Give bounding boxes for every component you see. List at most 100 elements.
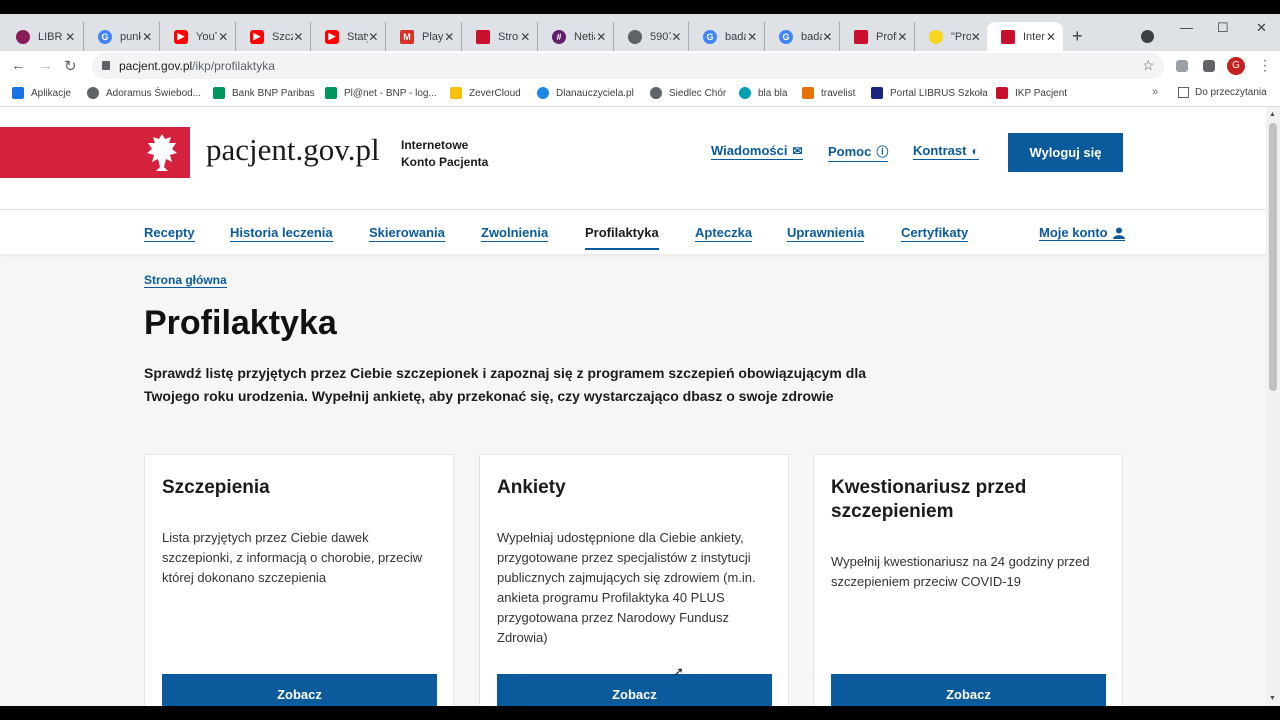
page-lead: Sprawdź listę przyjętych przez Ciebie sz… xyxy=(144,365,866,404)
bookmark-item[interactable]: bla bla xyxy=(739,87,787,99)
my-account-link[interactable]: Moje konto xyxy=(1039,225,1125,241)
menu-kebab-icon[interactable]: ⋮ xyxy=(1258,57,1272,74)
close-icon[interactable]: ✕ xyxy=(368,30,379,44)
browser-tab[interactable]: Profi ✕ xyxy=(840,22,915,51)
zobacz-button[interactable]: Zobacz xyxy=(497,674,772,706)
address-bar[interactable]: pacjent.gov.pl/ikp/profilaktyka ☆ xyxy=(92,53,1164,79)
nav-certyfikaty[interactable]: Certyfikaty xyxy=(901,225,969,242)
browser-tab[interactable]: M Play ✕ xyxy=(386,22,462,51)
bookmark-item[interactable]: Aplikacje xyxy=(12,87,71,99)
reading-list-icon xyxy=(1178,87,1189,98)
reload-icon[interactable]: ↻ xyxy=(64,57,77,75)
close-icon[interactable]: ✕ xyxy=(671,30,682,44)
close-icon[interactable]: ✕ xyxy=(897,30,908,44)
nav-uprawnienia[interactable]: Uprawnienia xyxy=(787,225,865,242)
lock-icon xyxy=(102,61,110,70)
help-link[interactable]: Pomoc ⓘ xyxy=(828,143,889,162)
bookmark-item[interactable]: ZeverCloud xyxy=(450,87,521,99)
browser-tab[interactable]: #Netia✕ xyxy=(538,22,614,51)
nav-zwolnienia[interactable]: Zwolnienia xyxy=(481,225,549,242)
close-icon[interactable]: ✕ xyxy=(519,30,531,44)
bookmark-star-icon[interactable]: ☆ xyxy=(1142,57,1155,74)
nav-recepty[interactable]: Recepty xyxy=(144,225,195,242)
messages-link[interactable]: Wiadomości ✉ xyxy=(711,143,803,160)
browser-tab[interactable]: "Pro ✕ xyxy=(915,22,987,51)
close-icon[interactable]: ✕ xyxy=(822,30,833,44)
close-icon[interactable]: ✕ xyxy=(63,30,77,44)
scroll-down-icon[interactable]: ▼ xyxy=(1269,695,1276,702)
nav-historia-leczenia[interactable]: Historia leczenia xyxy=(230,225,333,242)
browser-tab[interactable]: ▶Szcz✕ xyxy=(236,22,311,51)
envelope-icon: ✉ xyxy=(792,143,803,158)
bookmark-item[interactable]: travelist xyxy=(802,87,855,99)
nav-profilaktyka[interactable]: Profilaktyka xyxy=(585,225,659,250)
brand-logo-text[interactable]: pacjent.gov.pl xyxy=(206,132,380,168)
close-icon[interactable]: ✕ xyxy=(595,30,607,44)
slack-icon: # xyxy=(552,29,566,44)
ikp-icon xyxy=(854,29,868,44)
minimize-icon[interactable]: — xyxy=(1180,20,1193,35)
globe-icon xyxy=(650,87,662,99)
question-circle-icon: ⓘ xyxy=(876,145,889,159)
close-icon[interactable]: ✕ xyxy=(746,30,758,44)
bookmark-item[interactable]: Pl@net - BNP - log... xyxy=(325,87,437,99)
close-icon[interactable]: ✕ xyxy=(217,30,229,44)
site-header: pacjent.gov.pl Internetowe Konto Pacjenta… xyxy=(0,107,1266,210)
youtube-icon: ▶ xyxy=(174,29,188,44)
zobacz-button[interactable]: Zobacz xyxy=(162,674,437,706)
mouse-cursor-icon: ➚ xyxy=(673,664,684,679)
bookmark-item[interactable]: Adoramus Świebod... xyxy=(87,87,201,99)
apps-grid-icon xyxy=(12,87,24,99)
browser-tab[interactable]: Gbada✕ xyxy=(765,22,840,51)
close-icon[interactable]: ✕ xyxy=(971,30,982,44)
browser-tab-active[interactable]: Interi ✕ xyxy=(987,22,1063,51)
browser-tab[interactable]: ▶Staty✕ xyxy=(311,22,386,51)
tab-search-icon[interactable] xyxy=(1141,30,1154,43)
bookmarks-bar: Aplikacje Adoramus Świebod... Bank BNP P… xyxy=(0,81,1280,107)
bookmark-item[interactable]: IKP Pacjent xyxy=(996,87,1067,99)
card-title: Szczepienia xyxy=(162,477,270,498)
logout-button[interactable]: Wyloguj się xyxy=(1008,133,1123,172)
card-ankiety: Ankiety Wypełniaj udostępnione dla Ciebi… xyxy=(479,454,789,706)
globe-icon xyxy=(628,29,642,44)
browser-tab[interactable]: 5907✕ xyxy=(614,22,689,51)
puzzle-extensions-icon[interactable] xyxy=(1203,60,1215,72)
browser-tab[interactable]: Stror✕ xyxy=(462,22,538,51)
bookmarks-overflow-icon[interactable]: » xyxy=(1152,86,1158,98)
card-text: Lista przyjętych przez Ciebie dawek szcz… xyxy=(162,530,423,585)
bookmark-item[interactable]: Dlanauczyciela.pl xyxy=(537,87,634,99)
page-title: Profilaktyka xyxy=(144,304,337,342)
google-icon: G xyxy=(779,29,793,44)
close-icon[interactable]: ✕ xyxy=(141,30,153,44)
scroll-up-icon[interactable]: ▲ xyxy=(1269,111,1276,118)
shield-extension-icon[interactable] xyxy=(1176,60,1188,72)
maximize-icon[interactable]: ☐ xyxy=(1217,20,1229,36)
breadcrumb[interactable]: Strona główna xyxy=(144,273,227,288)
zevercloud-icon xyxy=(450,87,462,99)
bookmark-item[interactable]: Siedlec Chór xyxy=(650,87,726,99)
contrast-link[interactable]: Kontrast ◐ xyxy=(913,143,979,160)
back-icon[interactable]: ← xyxy=(11,57,26,74)
close-icon[interactable]: ✕ xyxy=(293,30,304,44)
bookmark-item[interactable]: Portal LIBRUS Szkoła xyxy=(871,87,988,99)
bookmark-item[interactable]: Bank BNP Paribas xyxy=(213,87,315,99)
url-text[interactable]: pacjent.gov.pl/ikp/profilaktyka xyxy=(119,59,275,73)
gmail-icon: M xyxy=(400,29,414,44)
browser-tab[interactable]: LIBRU✕ xyxy=(2,22,84,51)
scrollbar-thumb[interactable] xyxy=(1269,123,1277,391)
forward-icon[interactable]: → xyxy=(38,57,53,74)
profile-avatar[interactable]: G xyxy=(1227,57,1245,75)
browser-tab[interactable]: Gbada✕ xyxy=(689,22,765,51)
close-icon[interactable]: ✕ xyxy=(443,30,455,44)
browser-tab[interactable]: Gpunk ✕ xyxy=(84,22,160,51)
ikp-icon xyxy=(476,29,490,44)
new-tab-button[interactable]: + xyxy=(1072,27,1083,45)
page-scrollbar[interactable]: ▲ ▼ xyxy=(1266,107,1280,706)
reading-list[interactable]: Do przeczytania xyxy=(1178,87,1267,98)
nav-skierowania[interactable]: Skierowania xyxy=(369,225,445,242)
window-close-icon[interactable]: ✕ xyxy=(1256,20,1267,36)
zobacz-button[interactable]: Zobacz xyxy=(831,674,1106,706)
browser-tab[interactable]: ▶YouT✕ xyxy=(160,22,236,51)
close-icon[interactable]: ✕ xyxy=(1045,30,1057,44)
nav-apteczka[interactable]: Apteczka xyxy=(695,225,753,242)
